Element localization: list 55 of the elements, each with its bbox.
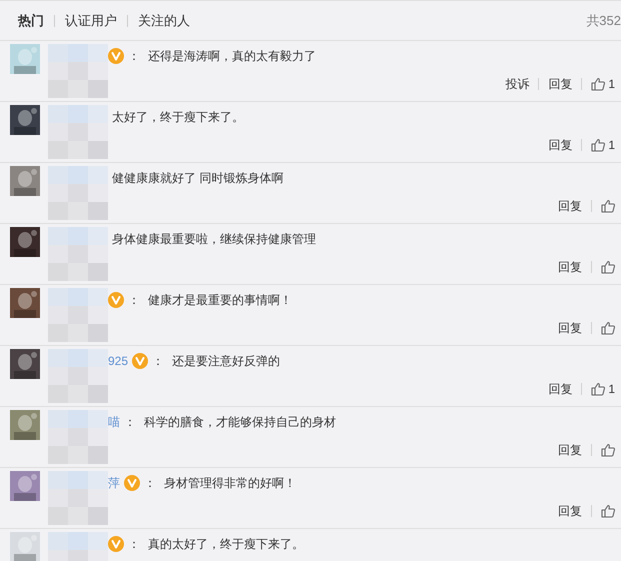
like-button[interactable] xyxy=(601,504,615,518)
pixelated-blur-drawing xyxy=(48,471,108,525)
pixelated-blur-drawing xyxy=(48,410,108,464)
comment-text: 身材管理得非常的好啊！ xyxy=(164,475,296,492)
filter-tab[interactable]: 热门 xyxy=(18,10,44,30)
comment-count: 共352 xyxy=(586,12,621,30)
thumbs-up-icon xyxy=(591,138,606,152)
thumbs-up-icon xyxy=(601,321,615,335)
comment-text: 科学的膳食，才能够保持自己的身材 xyxy=(144,414,336,431)
action-link[interactable]: 回复 xyxy=(558,258,582,276)
comment-text: 身体健康最重要啦，继续保持健康管理 xyxy=(112,231,316,248)
thumbs-up-icon xyxy=(601,199,615,213)
colon: ： xyxy=(128,536,140,553)
colon: ： xyxy=(152,353,164,370)
action-link[interactable]: 回复 xyxy=(558,319,582,337)
filter-tab[interactable]: 关注的人 xyxy=(138,10,190,30)
pixelated-blur-drawing xyxy=(48,166,108,220)
action-link[interactable]: 回复 xyxy=(548,75,572,93)
comment-text: 太好了，终于瘦下来了。 xyxy=(112,109,244,126)
action-link[interactable]: 回复 xyxy=(548,380,572,398)
colon: ： xyxy=(124,414,136,431)
colon: ： xyxy=(128,292,140,309)
action-link[interactable]: 回复 xyxy=(548,136,572,154)
thumbs-up-icon xyxy=(601,443,615,457)
pixelated-blur-drawing xyxy=(48,227,108,281)
action-link[interactable]: 回复 xyxy=(558,197,582,215)
pixelated-blur-drawing xyxy=(48,44,108,98)
pixelated-blur-drawing xyxy=(48,349,108,403)
thumbs-up-icon xyxy=(601,504,615,518)
like-button[interactable]: 1 xyxy=(591,380,615,398)
like-count: 1 xyxy=(608,137,615,154)
comment-text: 还得是海涛啊，真的太有毅力了 xyxy=(148,48,316,65)
comment-text: 健健康康就好了 同时锻炼身体啊 xyxy=(112,170,284,187)
pixelated-blur-drawing xyxy=(48,288,108,342)
thumbs-up-icon xyxy=(591,77,606,91)
colon: ： xyxy=(128,48,140,65)
like-button[interactable] xyxy=(601,443,615,457)
pixelated-blur-drawing xyxy=(48,105,108,159)
comment-text: 健康才是最重要的事情啊！ xyxy=(148,292,292,309)
comment-text: 真的太好了，终于瘦下来了。 xyxy=(148,536,304,553)
thumbs-up-icon xyxy=(591,382,606,396)
like-button[interactable]: 1 xyxy=(591,136,615,154)
like-button[interactable] xyxy=(601,260,615,274)
like-button[interactable]: 1 xyxy=(591,75,615,93)
like-button[interactable] xyxy=(601,321,615,335)
comment-text: 还是要注意好反弹的 xyxy=(172,353,280,370)
like-count: 1 xyxy=(608,381,615,398)
like-button[interactable] xyxy=(601,199,615,213)
thumbs-up-icon xyxy=(601,260,615,274)
colon: ： xyxy=(144,475,156,492)
action-link[interactable]: 投诉 xyxy=(505,75,530,93)
filter-tab[interactable]: 认证用户 xyxy=(65,10,117,30)
action-link[interactable]: 回复 xyxy=(558,502,582,520)
action-link[interactable]: 回复 xyxy=(558,441,582,459)
like-count: 1 xyxy=(608,76,615,93)
